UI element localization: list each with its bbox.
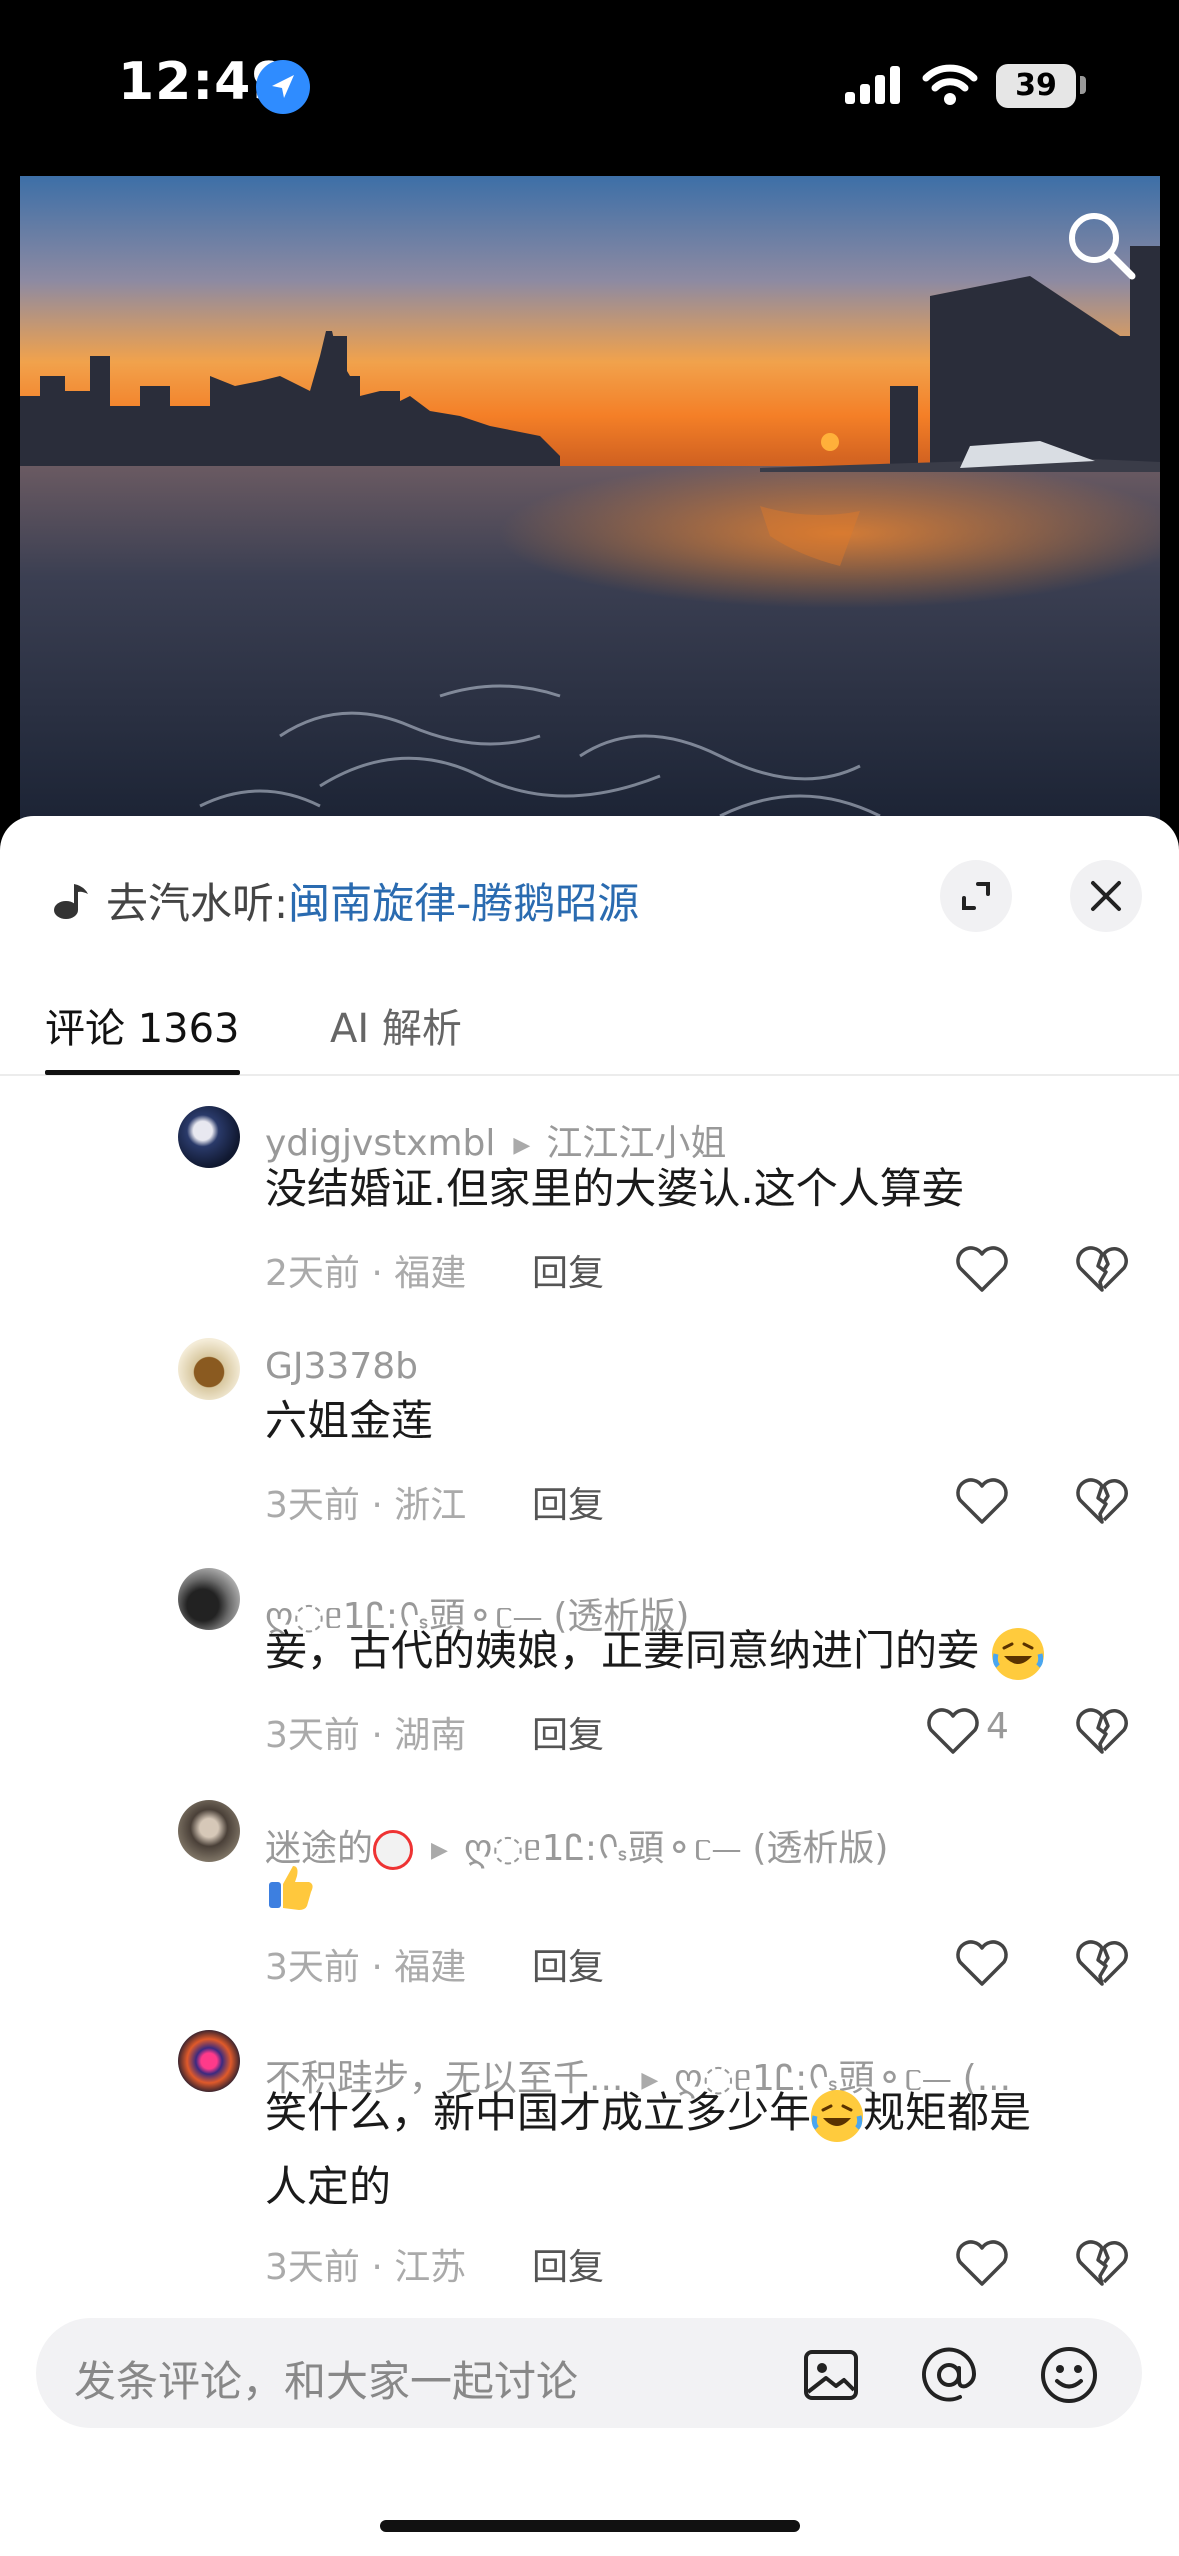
comments-sheet: 去汽水听: 闽南旋律-腾鹅昭源 评论 1363 AI 解析 ydigjvstxm… <box>0 816 1179 2556</box>
close-button[interactable] <box>1070 860 1142 932</box>
heart-icon[interactable] <box>954 1476 1010 1526</box>
music-note-icon <box>54 884 88 919</box>
broken-heart-icon[interactable] <box>1074 1706 1130 1756</box>
comment-meta: 3天前 · 湖南 <box>265 1715 467 1756</box>
search-icon[interactable] <box>1062 206 1142 286</box>
video-frame <box>20 176 1160 836</box>
comment-text: 没结婚证.但家里的大婆认.这个人算妾 <box>265 1164 964 1213</box>
expand-icon <box>962 882 990 910</box>
heart-icon[interactable] <box>954 1938 1010 1988</box>
laughing-crying-emoji-icon <box>992 1627 1045 1680</box>
avatar[interactable] <box>178 2030 240 2092</box>
broken-heart-icon[interactable] <box>1074 1476 1130 1526</box>
battery-nub <box>1080 76 1086 94</box>
avatar[interactable] <box>178 1106 240 1168</box>
reply-button[interactable]: 回复 <box>532 1476 604 1528</box>
reply-button[interactable]: 回复 <box>532 2238 604 2290</box>
comment-meta: 3天前 · 浙江 <box>265 1485 467 1526</box>
comment-meta: 2天前 · 福建 <box>265 1253 467 1294</box>
heart-icon[interactable] <box>925 1706 981 1756</box>
location-arrow-icon <box>256 60 310 114</box>
broken-heart-icon[interactable] <box>1074 1244 1130 1294</box>
wifi-icon <box>922 64 978 105</box>
tab-comments[interactable]: 评论 1363 <box>45 996 240 1054</box>
comment-author-name[interactable]: GJ3378b <box>265 1346 418 1387</box>
video-player[interactable] <box>20 176 1160 836</box>
heart-icon[interactable] <box>954 1244 1010 1294</box>
heart-icon[interactable] <box>954 2238 1010 2288</box>
comment-input-bar: 发条评论，和大家一起讨论 <box>0 2306 1179 2556</box>
cellular-signal-icon <box>845 66 900 104</box>
expand-button[interactable] <box>940 860 1012 932</box>
tab-ai-analysis[interactable]: AI 解析 <box>330 996 462 1054</box>
avatar[interactable] <box>178 1568 240 1630</box>
active-tab-indicator <box>45 1070 240 1075</box>
home-indicator[interactable] <box>380 2520 800 2532</box>
comment-meta: 3天前 · 福建 <box>265 1947 467 1988</box>
tab-bar: 评论 1363 AI 解析 <box>0 976 1179 1076</box>
smiley-icon[interactable] <box>1036 2342 1102 2408</box>
comment-text <box>265 1846 1125 1920</box>
music-prefix: 去汽水听: <box>106 878 289 928</box>
comment-text-part1: 笑什么，新中国才成立多少年 <box>265 2088 812 2137</box>
thumbs-up-emoji-icon <box>265 1860 317 1912</box>
broken-heart-icon[interactable] <box>1074 1938 1130 1988</box>
laughing-crying-emoji-icon <box>811 2089 864 2142</box>
comment-text: 笑什么，新中国才成立多少年 规矩都是 人定的 <box>265 2076 1125 2224</box>
comment-meta: 3天前 · 江苏 <box>265 2247 467 2288</box>
comment-input-placeholder: 发条评论，和大家一起讨论 <box>74 2357 579 2406</box>
comment-input[interactable]: 发条评论，和大家一起讨论 <box>36 2318 1142 2428</box>
reply-button[interactable]: 回复 <box>532 1938 604 1990</box>
comment-text-line2: 人定的 <box>265 2162 392 2211</box>
comment-text-content: 妾，古代的姨娘，正妻同意纳进门的妾 <box>265 1626 980 1675</box>
avatar[interactable] <box>178 1800 240 1862</box>
reply-button[interactable]: 回复 <box>532 1244 604 1296</box>
at-icon[interactable] <box>916 2342 982 2408</box>
status-bar: 12:49 39 <box>0 0 1179 170</box>
image-icon[interactable] <box>798 2342 864 2408</box>
avatar[interactable] <box>178 1338 240 1400</box>
broken-heart-icon[interactable] <box>1074 2238 1130 2288</box>
like-count: 4 <box>986 1706 1009 1747</box>
comment-text-part2: 规矩都是 <box>863 2088 1032 2137</box>
comment-text: 六姐金莲 <box>265 1396 434 1445</box>
battery-icon: 39 <box>996 64 1076 108</box>
close-icon <box>1091 881 1121 911</box>
comment-text: 妾，古代的姨娘，正妻同意纳进门的妾 <box>265 1614 1125 1688</box>
music-link[interactable]: 去汽水听: 闽南旋律-腾鹅昭源 <box>52 870 639 930</box>
reply-button[interactable]: 回复 <box>532 1706 604 1758</box>
music-song-title[interactable]: 闽南旋律-腾鹅昭源 <box>288 870 639 931</box>
